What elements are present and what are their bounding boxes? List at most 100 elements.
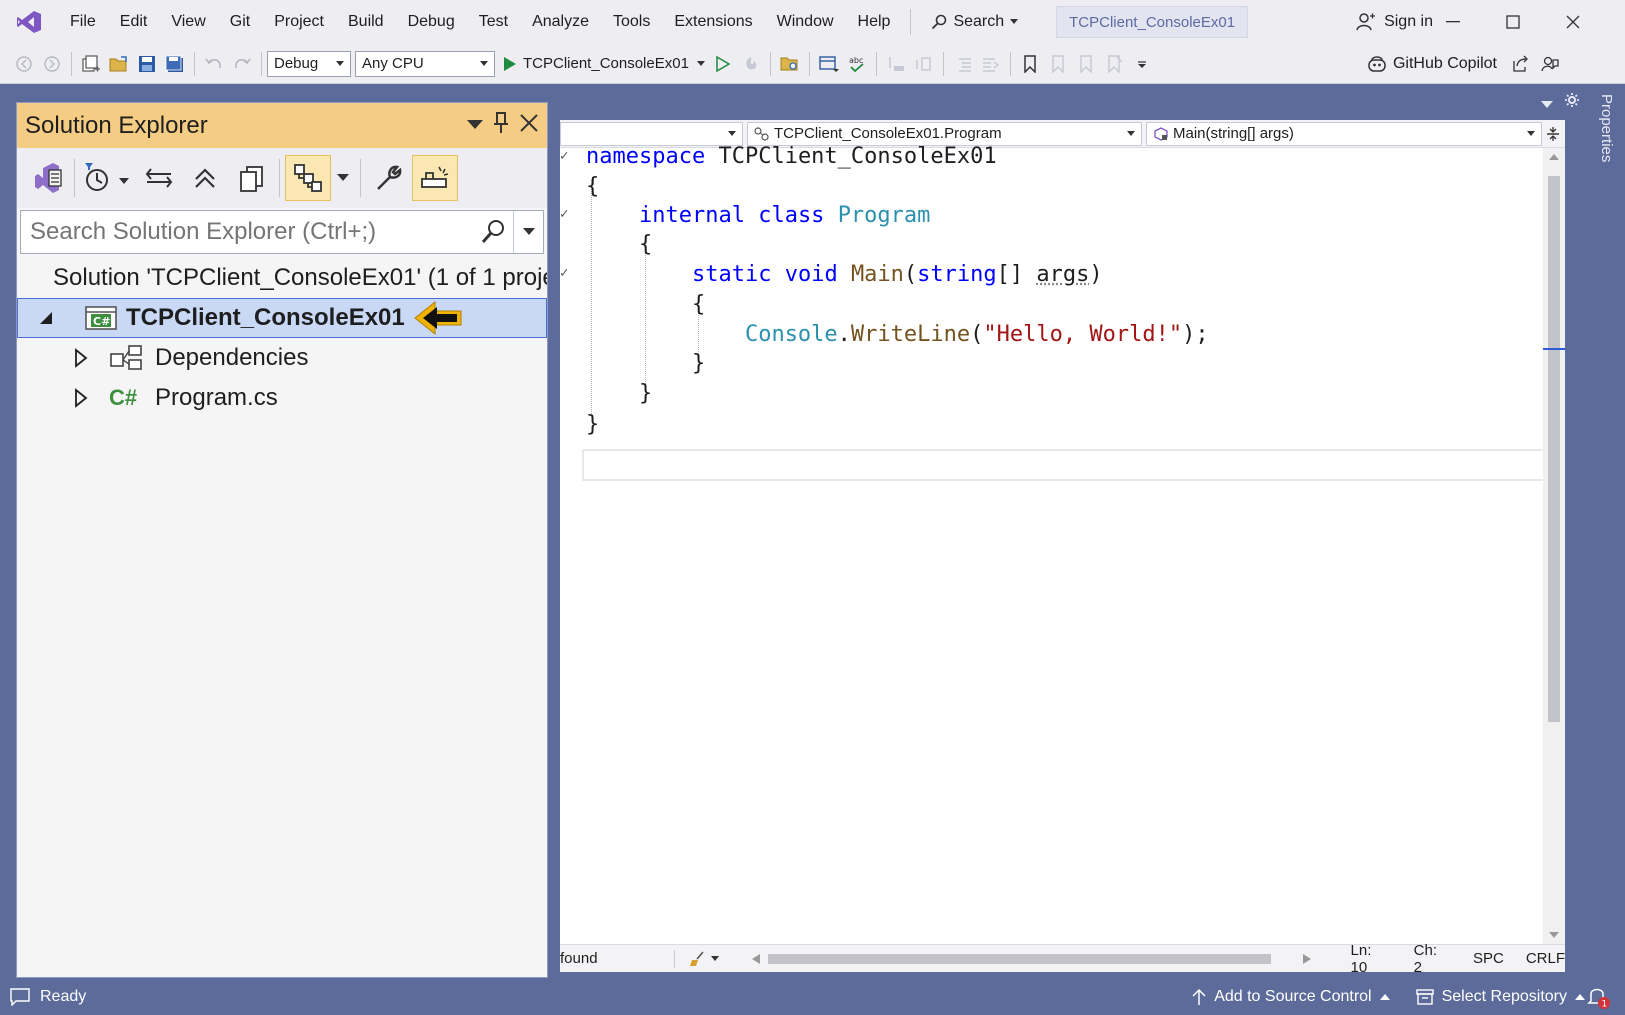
step-into-button[interactable] [882,49,910,79]
menu-analyze[interactable]: Analyze [520,0,601,44]
sign-in-button[interactable]: Sign in [1356,0,1433,44]
vertical-scrollbar[interactable] [1543,148,1565,944]
tree-item-project[interactable]: C# TCPClient_ConsoleEx01 [17,298,547,338]
solution-search-input[interactable] [21,211,473,253]
menu-bar: File Edit View Git Project Build Debug T… [58,0,1249,44]
split-window-button[interactable] [1546,126,1560,142]
horizontal-scroll-thumb[interactable] [768,953,1271,964]
solution-configuration-combo[interactable]: Debug [267,50,351,77]
chevron-down-icon [696,61,705,66]
new-project-button[interactable] [77,49,105,79]
indent-button[interactable] [977,49,1005,79]
maximize-button[interactable] [1483,0,1543,44]
start-debugging-button[interactable]: TCPClient_ConsoleEx01 [499,49,709,79]
feedback-icon [1541,56,1559,72]
properties-button[interactable] [366,155,412,201]
add-to-source-control-button[interactable]: Add to Source Control [1192,988,1390,1006]
toolbar-separator [279,159,280,197]
solution-title-tab[interactable]: TCPClient_ConsoleEx01 [1056,6,1249,38]
show-project-tree-button[interactable] [285,155,331,201]
open-file-button[interactable] [105,49,133,79]
preview-icon [421,166,449,188]
show-all-files-button[interactable] [228,155,274,201]
vertical-scroll-thumb[interactable] [1548,176,1560,722]
sync-with-active-document-button[interactable] [136,155,182,201]
step-over-button[interactable] [910,49,938,79]
run-target-label: TCPClient_ConsoleEx01 [523,55,689,72]
previous-bookmark-button[interactable] [1044,49,1072,79]
minimize-button[interactable] [1423,0,1483,44]
collapse-all-button[interactable] [182,155,228,201]
menu-tools[interactable]: Tools [601,0,662,44]
properties-side-tab[interactable]: Properties [1593,84,1625,978]
expand-program-toggle[interactable] [67,388,95,408]
search-icon[interactable] [473,211,513,253]
menu-git[interactable]: Git [218,0,262,44]
next-bookmark-button[interactable] [1072,49,1100,79]
menu-extensions[interactable]: Extensions [662,0,764,44]
outline-marker-icon[interactable]: ✓ [560,206,568,222]
scroll-right-icon[interactable] [1302,953,1311,964]
editor-settings-button[interactable] [1564,92,1580,113]
pin-icon [494,112,508,133]
tree-item-program-cs[interactable]: C# Program.cs [17,378,547,418]
scroll-left-icon[interactable] [752,953,761,964]
collapse-project-toggle[interactable] [32,311,60,325]
menu-help[interactable]: Help [846,0,903,44]
clear-bookmarks-button[interactable] [1100,49,1128,79]
member-nav-combo[interactable]: Main(string[] args) [1146,121,1542,146]
navigate-back-button[interactable] [10,49,38,79]
back-arrow-icon [16,55,32,72]
window-position-button[interactable] [467,117,483,135]
code-text-area[interactable]: ✓ ✓ ✓ namespace TCPClient_ConsoleEx01 { … [560,144,1555,944]
outline-marker-icon[interactable]: ✓ [560,265,568,281]
toggle-bookmark-button[interactable] [1016,49,1044,79]
project-tree-dropdown-button[interactable] [331,169,355,187]
preview-selected-items-button[interactable] [412,155,458,201]
tree-item-solution[interactable]: Solution 'TCPClient_ConsoleEx01' (1 of 1… [17,258,547,298]
menu-edit[interactable]: Edit [108,0,160,44]
redo-button[interactable] [228,49,256,79]
menu-build[interactable]: Build [336,0,396,44]
search-options-button[interactable] [513,211,543,253]
auto-hide-pin-button[interactable] [493,112,509,139]
toolbar-overflow-button[interactable] [1128,49,1156,79]
line-ending-status[interactable]: CRLF [1526,950,1565,967]
select-repository-button[interactable]: Select Repository [1415,988,1585,1006]
start-without-debugging-button[interactable] [709,49,737,79]
editor-tab-dropdown-button[interactable] [1541,96,1553,114]
pending-changes-filter-button[interactable] [80,155,136,201]
save-button[interactable] [133,49,161,79]
close-panel-button[interactable] [519,113,539,138]
outline-marker-icon[interactable]: ✓ [560,148,568,164]
hot-reload-button[interactable] [737,49,765,79]
close-window-button[interactable] [1543,0,1603,44]
line-number-status[interactable]: Ln: 10 [1351,942,1392,976]
gear-icon [1565,93,1579,107]
search-button[interactable]: Search [919,13,1030,31]
menu-view[interactable]: View [159,0,217,44]
menu-file[interactable]: File [58,0,108,44]
whitespace-status[interactable]: SPC [1473,950,1504,967]
layout-button[interactable] [815,49,843,79]
menu-debug[interactable]: Debug [396,0,467,44]
solution-platform-combo[interactable]: Any CPU [355,50,495,77]
undo-button[interactable] [200,49,228,79]
menu-window[interactable]: Window [765,0,846,44]
current-line-highlight [582,449,1553,481]
chevron-down-icon [728,131,736,136]
expand-dependencies-toggle[interactable] [67,348,95,368]
save-all-button[interactable] [161,49,189,79]
github-copilot-button[interactable]: GitHub Copilot [1367,44,1559,84]
notifications-button[interactable]: 1 [1587,985,1611,1009]
browse-folder-button[interactable] [776,49,804,79]
code-cleanup-button[interactable] [689,950,752,967]
menu-test[interactable]: Test [467,0,520,44]
tree-item-dependencies[interactable]: Dependencies [17,338,547,378]
menu-project[interactable]: Project [262,0,336,44]
char-number-status[interactable]: Ch: 2 [1414,942,1449,976]
switch-views-button[interactable] [23,155,69,201]
navigate-forward-button[interactable] [38,49,66,79]
spell-check-button[interactable]: abc [843,49,871,79]
outdent-button[interactable] [949,49,977,79]
